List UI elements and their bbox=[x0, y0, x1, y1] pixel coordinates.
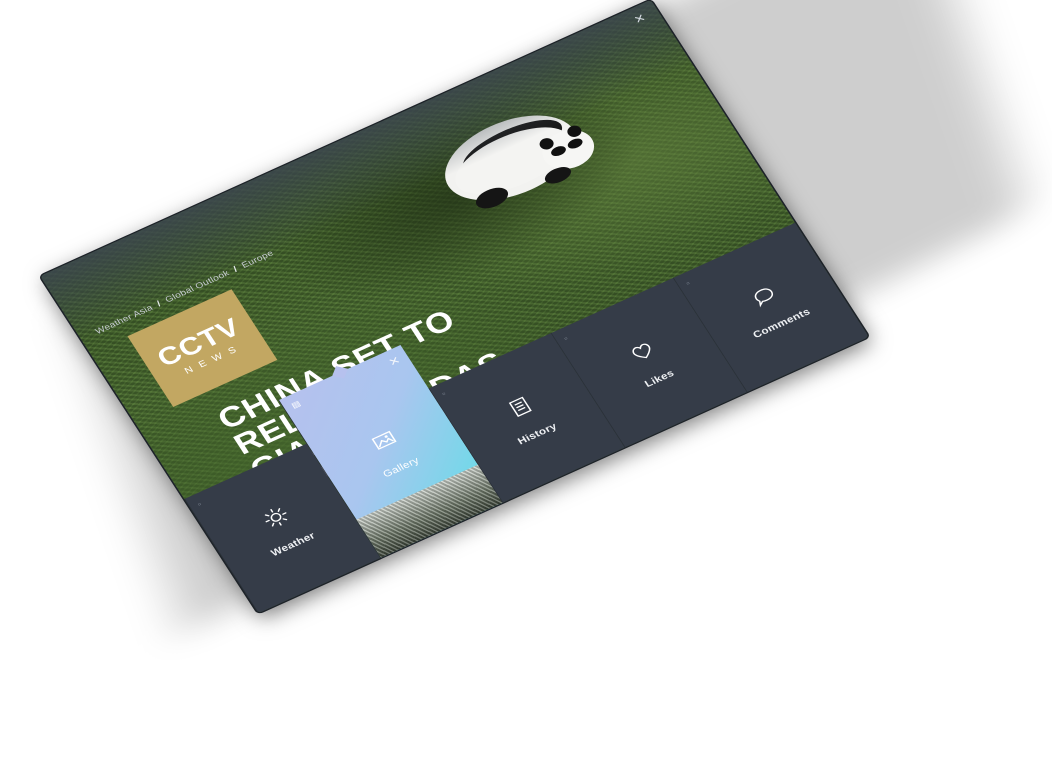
gallery-thumbnail-image[interactable] bbox=[356, 464, 504, 558]
grid-icon: ▫ bbox=[561, 333, 570, 343]
breadcrumb-separator: / bbox=[231, 264, 240, 274]
document-icon bbox=[508, 396, 532, 417]
tile-label: Weather bbox=[268, 529, 318, 559]
heart-icon bbox=[631, 343, 650, 359]
tile-label: History bbox=[515, 420, 559, 447]
sun-icon bbox=[264, 508, 287, 527]
tile-label: Comments bbox=[750, 305, 813, 341]
grid-icon: ▫ bbox=[439, 389, 448, 399]
grid-icon: ▤ bbox=[289, 398, 303, 410]
image-icon bbox=[371, 430, 397, 450]
tile-label: Likes bbox=[642, 367, 677, 390]
grid-icon: ▫ bbox=[195, 499, 204, 509]
gallery-pointer bbox=[332, 366, 348, 379]
tile-label: Gallery bbox=[380, 454, 422, 480]
scene: × Weather Asia / Global Outlook / Europe… bbox=[0, 0, 1052, 776]
close-icon[interactable]: × bbox=[385, 352, 403, 370]
breadcrumb-separator: / bbox=[154, 298, 163, 309]
grid-icon: ▫ bbox=[684, 278, 692, 288]
speech-bubble-icon bbox=[754, 288, 773, 308]
